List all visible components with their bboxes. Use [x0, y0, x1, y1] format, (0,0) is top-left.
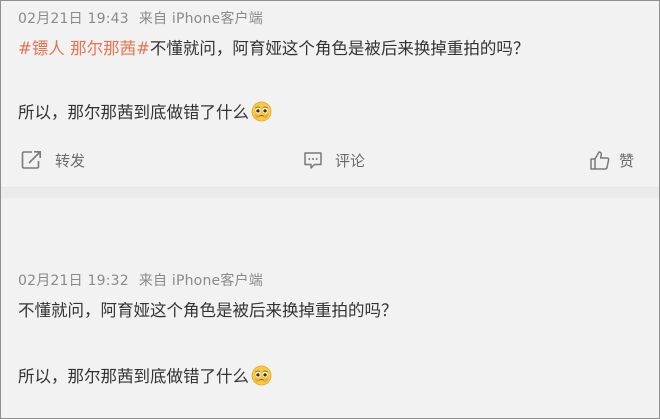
post-card: 02月21日 19:43 来自 iPhone客户端 #镖人 那尔那茜#不懂就问，阿…: [1, 1, 659, 188]
post-text: 所以，那尔那茜到底做错了什么: [18, 367, 249, 386]
post-meta: 02月21日 19:32 来自 iPhone客户端: [18, 270, 263, 290]
post-text-line-1: 不懂就问，阿育娅这个角色是被后来换掉重拍的吗？: [18, 297, 398, 321]
post-source: 来自 iPhone客户端: [138, 11, 263, 27]
pleading-face-emoji-icon: [251, 365, 272, 386]
like-label: 赞: [619, 151, 635, 170]
post-card: 02月21日 19:32 来自 iPhone客户端 不懂就问，阿育娅这个角色是被后…: [1, 198, 659, 418]
like-button[interactable]: 赞: [589, 145, 634, 175]
comment-icon: [304, 151, 322, 169]
post-time[interactable]: 02月21日 19:43: [18, 11, 129, 27]
post-text: 不懂就问，阿育娅这个角色是被后来换掉重拍的吗？: [18, 301, 398, 320]
post-time[interactable]: 02月21日 19:32: [18, 273, 129, 289]
comment-label: 评论: [335, 151, 366, 170]
pleading-face-emoji-icon: [251, 101, 272, 122]
post-source: 来自 iPhone客户端: [138, 273, 263, 289]
repost-label: 转发: [55, 151, 86, 170]
post-text: 所以，那尔那茜到底做错了什么: [18, 103, 249, 122]
repost-button[interactable]: 转发: [21, 145, 85, 175]
post-meta: 02月21日 19:43 来自 iPhone客户端: [18, 8, 263, 28]
repost-icon: [21, 151, 41, 169]
post-text-line-1: #镖人 那尔那茜#不懂就问，阿育娅这个角色是被后来换掉重拍的吗？: [18, 35, 529, 59]
post-text-line-2: 所以，那尔那茜到底做错了什么: [18, 99, 272, 123]
post-actions: 转发 评论 赞: [1, 145, 659, 175]
weibo-feed: 02月21日 19:43 来自 iPhone客户端 #镖人 那尔那茜#不懂就问，阿…: [0, 0, 660, 419]
thumbs-up-icon: [590, 150, 610, 170]
post-text: 不懂就问，阿育娅这个角色是被后来换掉重拍的吗？: [149, 39, 530, 58]
comment-button[interactable]: 评论: [303, 145, 365, 175]
post-text-line-2: 所以，那尔那茜到底做错了什么: [18, 363, 272, 387]
topic-link[interactable]: #镖人 那尔那茜#: [18, 39, 150, 58]
